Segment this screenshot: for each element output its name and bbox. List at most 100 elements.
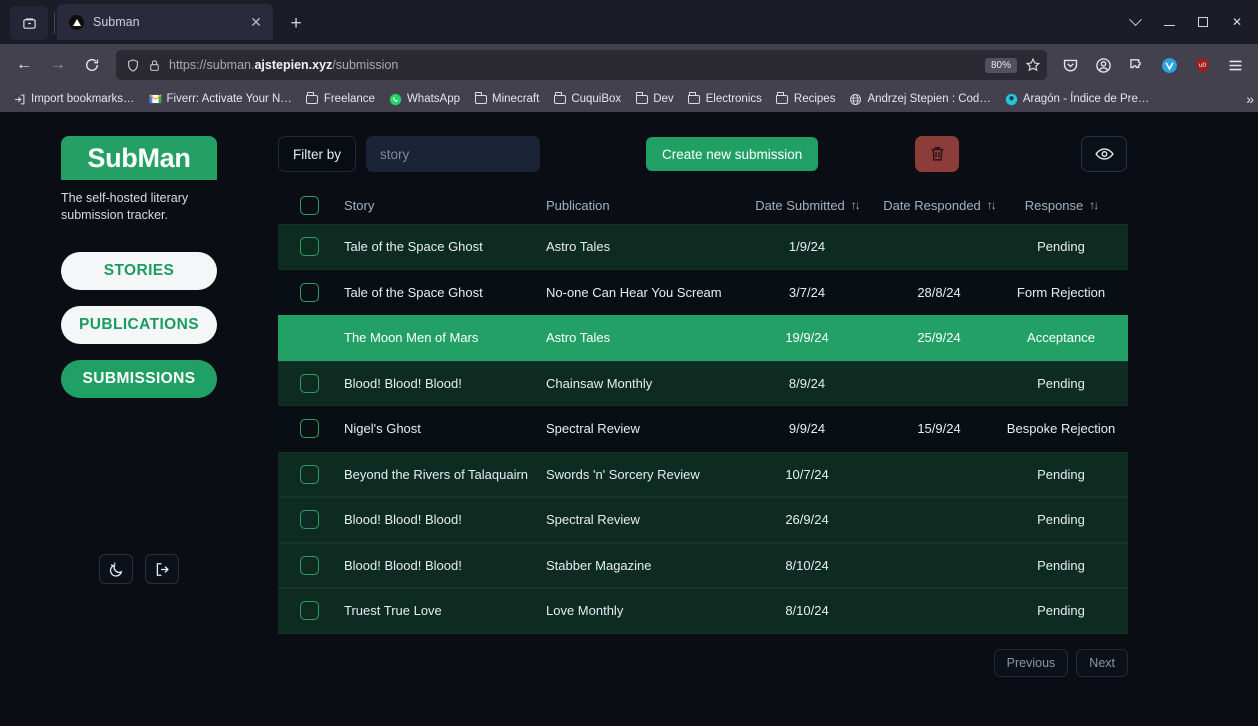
cell-response: Pending [1037, 466, 1085, 482]
table-row[interactable]: Truest True Love Love Monthly 8/10/24 Pe… [278, 588, 1128, 634]
delete-button[interactable] [915, 136, 959, 172]
maximize-button[interactable] [1188, 8, 1218, 36]
cell-story: Blood! Blood! Blood! [344, 557, 462, 573]
row-checkbox[interactable] [300, 282, 319, 302]
row-checkbox[interactable] [300, 555, 319, 575]
logout-icon[interactable] [145, 554, 179, 584]
table-row[interactable]: Tale of the Space Ghost Astro Tales 1/9/… [278, 224, 1128, 270]
bookmark-label: Minecraft [492, 93, 540, 105]
bookmark-item[interactable]: Aragón - Índice de Pre… [998, 91, 1157, 108]
bookmark-item[interactable]: Electronics [681, 91, 769, 108]
bookmark-label: WhatsApp [406, 93, 461, 105]
table-row[interactable]: Nigel's Ghost Spectral Review 9/9/24 15/… [278, 406, 1128, 452]
cell-date-submitted: 19/9/24 [785, 330, 829, 346]
vpn-icon[interactable] [1154, 50, 1184, 80]
bookmark-item[interactable]: Andrzej Stepien : Cod… [842, 91, 997, 108]
column-header-date-responded[interactable]: Date Responded ↑↓ [872, 198, 1006, 213]
bookmark-label: Freelance [323, 93, 375, 105]
bookmark-item[interactable]: Minecraft [467, 91, 546, 108]
bookmarks-overflow-icon[interactable]: » [1246, 91, 1254, 107]
app-logo[interactable]: SubMan [61, 136, 217, 180]
address-bar[interactable]: https://subman.ajstepien.xyz/submission … [116, 50, 1047, 80]
sidebar-item-stories[interactable]: STORIES [61, 251, 217, 290]
app-sidebar: SubMan The self-hosted literary submissi… [0, 112, 278, 726]
row-checkbox[interactable] [300, 419, 319, 439]
sidebar-item-label: PUBLICATIONS [79, 315, 199, 333]
create-new-submission-button[interactable]: Create new submission [646, 137, 819, 171]
table-row[interactable]: Tale of the Space Ghost No-one Can Hear … [278, 269, 1128, 315]
next-page-button[interactable]: Next [1076, 648, 1128, 677]
bookmark-item[interactable]: Fiverr: Activate Your N… [142, 91, 299, 108]
close-window-button[interactable]: ✕ [1222, 8, 1252, 36]
row-checkbox[interactable] [300, 373, 319, 393]
list-all-tabs-button[interactable] [1120, 8, 1150, 36]
sort-icon[interactable]: ↑↓ [1089, 198, 1099, 212]
shield-icon [128, 58, 138, 72]
column-header-label: Date Responded [883, 197, 981, 213]
pocket-icon[interactable] [1055, 50, 1085, 80]
cell-story: Blood! Blood! Blood! [344, 512, 462, 528]
close-icon[interactable]: ✕ [247, 15, 265, 29]
filter-input[interactable] [366, 136, 541, 172]
extensions-icon[interactable] [1121, 50, 1151, 80]
filter-by-label[interactable]: Filter by [278, 136, 357, 172]
column-header-story[interactable]: Story [344, 198, 546, 213]
row-checkbox[interactable] [300, 237, 319, 257]
table-row-selected[interactable]: The Moon Men of Mars Astro Tales 19/9/24… [278, 315, 1128, 361]
browser-tab[interactable]: Subman ✕ [57, 4, 273, 40]
cell-response: Pending [1037, 557, 1085, 573]
bookmark-item[interactable]: Dev [628, 91, 680, 108]
bookmark-label: Dev [653, 93, 674, 105]
select-all-checkbox[interactable] [300, 195, 319, 215]
account-icon[interactable] [1088, 50, 1118, 80]
moon-icon[interactable] [99, 554, 133, 584]
row-checkbox[interactable] [300, 464, 319, 484]
previous-page-button[interactable]: Previous [993, 648, 1069, 677]
url-text: https://subman.ajstepien.xyz/submission [169, 58, 399, 72]
bookmark-item[interactable]: Import bookmarks… [6, 91, 142, 108]
folder-icon [306, 92, 319, 106]
bookmark-label: CuquiBox [571, 93, 622, 105]
row-checkbox[interactable] [300, 601, 319, 621]
row-select-cell [278, 373, 344, 393]
sidebar-item-submissions[interactable]: SUBMISSIONS [61, 359, 217, 398]
cell-story: Blood! Blood! Blood! [344, 375, 462, 391]
menu-icon[interactable] [1220, 50, 1250, 80]
minimize-button[interactable] [1154, 8, 1184, 36]
new-tab-button[interactable]: + [281, 8, 311, 38]
ublock-icon[interactable]: u0 [1187, 50, 1217, 80]
bookmark-item[interactable]: Freelance [299, 91, 382, 108]
forward-button[interactable]: → [42, 49, 74, 81]
bookmark-item[interactable]: WhatsApp [382, 91, 467, 108]
toggle-visibility-button[interactable] [1081, 136, 1127, 172]
cell-date-submitted: 3/7/24 [788, 284, 826, 300]
window-controls: ✕ [1120, 8, 1252, 36]
tab-strip: Subman ✕ + ✕ [0, 0, 1258, 44]
cell-date-submitted: 8/10/24 [785, 557, 829, 573]
row-select-cell [278, 419, 344, 439]
column-header-response[interactable]: Response ↑↓ [1006, 198, 1128, 213]
bookmark-label: Import bookmarks… [31, 93, 135, 105]
sort-icon[interactable]: ↑↓ [851, 198, 861, 212]
bookmark-item[interactable]: CuquiBox [546, 91, 628, 108]
reload-button[interactable] [76, 49, 108, 81]
firefox-view-button[interactable] [10, 6, 48, 40]
cell-response: Pending [1037, 603, 1085, 619]
row-checkbox[interactable] [300, 510, 319, 530]
table-row[interactable]: Blood! Blood! Blood! Stabber Magazine 8/… [278, 542, 1128, 588]
bookmark-label: Andrzej Stepien : Cod… [867, 93, 991, 105]
table-row[interactable]: Beyond the Rivers of Talaquairn Swords '… [278, 451, 1128, 497]
table-row[interactable]: Blood! Blood! Blood! Chainsaw Monthly 8/… [278, 360, 1128, 406]
bookmark-item[interactable]: Recipes [769, 91, 843, 108]
table-row[interactable]: Blood! Blood! Blood! Spectral Review 26/… [278, 497, 1128, 543]
folder-icon [474, 92, 487, 106]
back-button[interactable]: ← [8, 49, 40, 81]
bookmarks-toolbar: Import bookmarks… Fiverr: Activate Your … [0, 86, 1258, 112]
column-header-publication[interactable]: Publication [546, 198, 742, 213]
column-header-date-submitted[interactable]: Date Submitted ↑↓ [742, 198, 872, 213]
sort-icon[interactable]: ↑↓ [987, 198, 997, 212]
zoom-level-badge[interactable]: 80% [984, 57, 1017, 73]
bookmark-star-icon[interactable] [1025, 57, 1041, 73]
sidebar-item-publications[interactable]: PUBLICATIONS [61, 305, 217, 344]
tab-title: Subman [93, 15, 140, 29]
